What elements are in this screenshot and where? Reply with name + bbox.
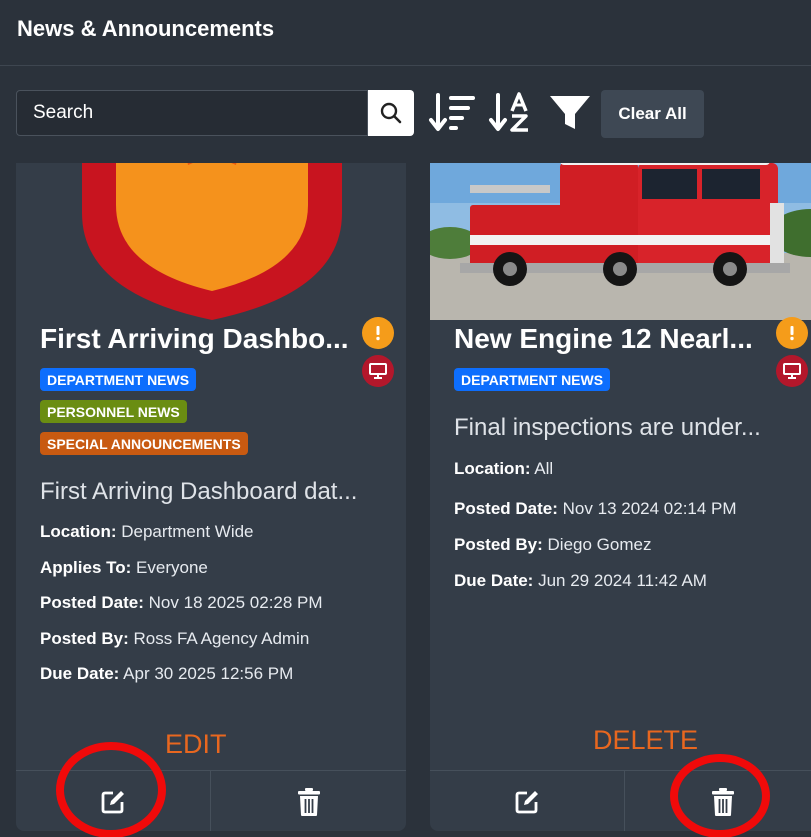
edit-icon bbox=[515, 790, 538, 813]
filter-icon bbox=[550, 96, 590, 129]
edit-button[interactable] bbox=[430, 771, 624, 831]
field-location: Location: Department Wide bbox=[40, 522, 254, 541]
trash-icon bbox=[297, 787, 320, 816]
monitor-icon bbox=[783, 363, 801, 379]
sort-alpha-icon bbox=[489, 92, 528, 132]
card-description: Final inspections are under... bbox=[454, 414, 761, 441]
card-image bbox=[430, 163, 811, 320]
badge-department-news: DEPARTMENT NEWS bbox=[454, 368, 611, 391]
card-title: First Arriving Dashbo... bbox=[40, 323, 349, 354]
field-applies-to: Applies To: Everyone bbox=[40, 558, 208, 577]
search-input[interactable] bbox=[16, 90, 368, 136]
field-posted-date: Posted Date: Nov 18 2025 02:28 PM bbox=[40, 593, 323, 612]
toolbar: Clear All bbox=[0, 66, 811, 163]
clear-all-button[interactable]: Clear All bbox=[601, 90, 704, 138]
display-indicator bbox=[776, 355, 808, 387]
delete-annotation-label: DELETE bbox=[593, 725, 699, 755]
sort-descending-button[interactable] bbox=[428, 91, 476, 135]
display-indicator bbox=[362, 355, 394, 387]
edit-annotation-circle bbox=[56, 742, 166, 837]
monitor-icon bbox=[369, 363, 387, 379]
page-title: News & Announcements bbox=[17, 16, 275, 41]
search-button[interactable] bbox=[368, 90, 414, 136]
field-posted-by: Posted By: Diego Gomez bbox=[454, 535, 652, 554]
field-posted-date: Posted Date: Nov 13 2024 02:14 PM bbox=[454, 499, 737, 518]
sort-descending-icon bbox=[429, 93, 475, 131]
badge-personnel-news: PERSONNEL NEWS bbox=[40, 400, 187, 423]
sort-alpha-button[interactable] bbox=[488, 91, 536, 135]
exclamation-icon bbox=[376, 326, 380, 341]
delete-button[interactable] bbox=[211, 771, 406, 831]
priority-indicator bbox=[776, 317, 808, 349]
delete-annotation-circle bbox=[670, 754, 770, 837]
edit-annotation-label: EDIT bbox=[165, 729, 227, 759]
card-image bbox=[16, 163, 406, 320]
badge-special-announcements: SPECIAL ANNOUNCEMENTS bbox=[40, 432, 248, 455]
field-location: Location: All bbox=[454, 459, 554, 478]
card-description: First Arriving Dashboard dat... bbox=[40, 478, 358, 505]
field-posted-by: Posted By: Ross FA Agency Admin bbox=[40, 629, 310, 648]
search-icon bbox=[380, 102, 402, 124]
priority-indicator bbox=[362, 317, 394, 349]
card-title: New Engine 12 Nearl... bbox=[454, 323, 753, 354]
exclamation-icon bbox=[790, 326, 794, 341]
page-header: News & Announcements bbox=[0, 0, 811, 66]
filter-button[interactable] bbox=[546, 91, 594, 135]
field-due-date: Due Date: Apr 30 2025 12:56 PM bbox=[40, 664, 294, 683]
badge-department-news: DEPARTMENT NEWS bbox=[40, 368, 197, 391]
field-due-date: Due Date: Jun 29 2024 11:42 AM bbox=[454, 571, 707, 590]
